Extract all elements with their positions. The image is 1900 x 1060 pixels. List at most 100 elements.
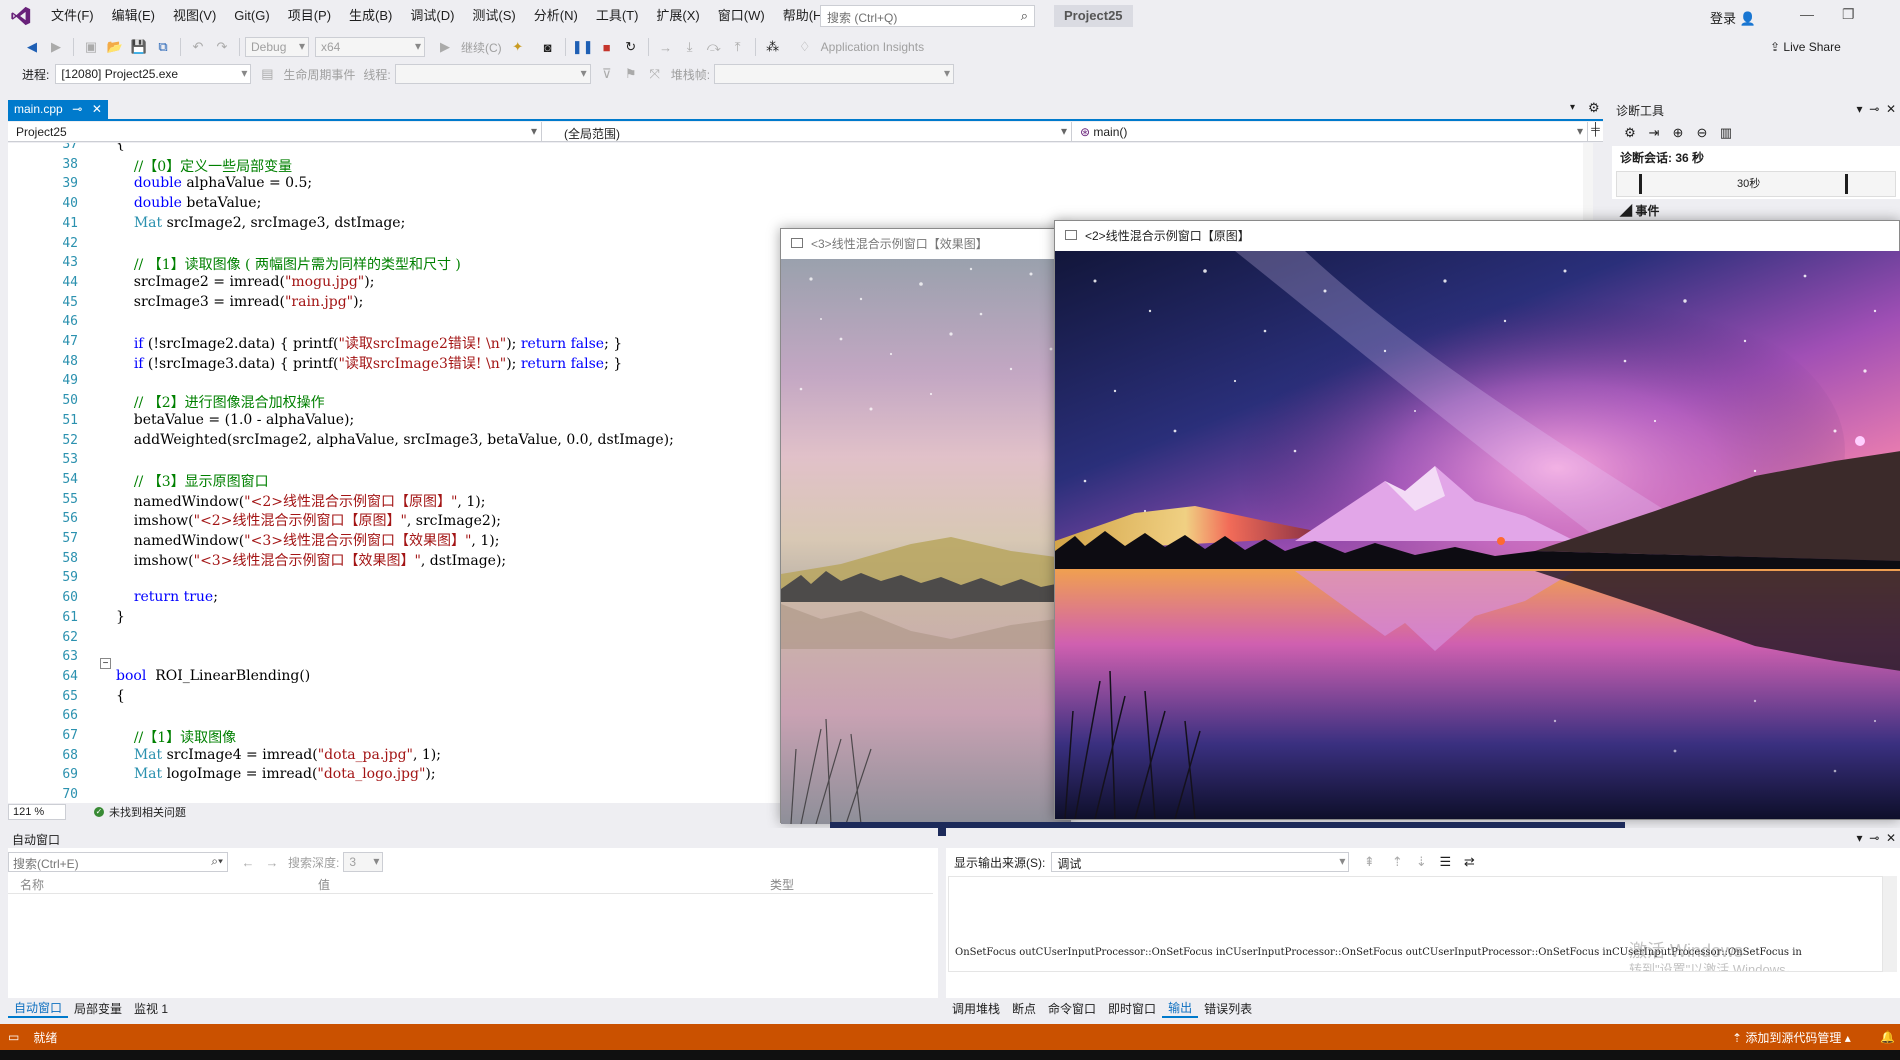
col-name[interactable]: 名称 <box>8 876 318 893</box>
minimize-icon[interactable]: — <box>1800 6 1814 22</box>
thread-combo[interactable] <box>394 64 591 84</box>
menu-item[interactable]: 项目(P) <box>279 0 340 32</box>
find-message-icon[interactable]: ⇞ <box>1359 852 1379 872</box>
output-source-combo[interactable]: 调试 <box>1051 852 1350 872</box>
tab-error-list[interactable]: 错误列表 <box>1198 1000 1258 1017</box>
split-icon[interactable]: ╪ <box>1588 122 1603 141</box>
screenshot-icon[interactable]: ◙ <box>538 37 558 57</box>
original-window-titlebar[interactable]: <2>线性混合示例窗口【原图】 <box>1055 221 1899 249</box>
notifications-icon[interactable]: 🔔 <box>1880 1030 1895 1044</box>
code-line[interactable]: // 【3】显示原图窗口 <box>116 471 269 491</box>
tab-breakpoints[interactable]: 断点 <box>1006 1000 1042 1017</box>
output-text-area[interactable]: OnSetFocus outCUserInputProcessor::OnSet… <box>948 876 1883 972</box>
flag-icon[interactable]: ⚑ <box>621 64 641 84</box>
back-arrow-icon[interactable]: ← <box>238 852 258 872</box>
forward-arrow-icon[interactable]: → <box>262 852 282 872</box>
config-combo[interactable]: Debug <box>245 37 309 57</box>
close-icon[interactable]: ✕ <box>92 102 102 117</box>
settings-gear-icon[interactable]: ⚙ <box>1588 100 1600 116</box>
tab-call-stack[interactable]: 调用堆栈 <box>946 1000 1006 1017</box>
step-over-icon[interactable]: ⤼ <box>704 37 724 57</box>
save-all-icon[interactable]: ⧉ <box>153 37 173 57</box>
pin-icon[interactable]: ⊸ <box>1869 102 1879 116</box>
code-line[interactable]: { <box>116 688 125 704</box>
step-into-icon[interactable]: ⤓ <box>680 37 700 57</box>
platform-combo[interactable]: x64 <box>315 37 425 57</box>
app-insights-label[interactable]: Application Insights <box>821 40 924 54</box>
visual-studio-logo-icon[interactable] <box>10 5 32 27</box>
clear-all-icon[interactable]: ☰ <box>1435 852 1455 872</box>
export-icon[interactable]: ⇥ <box>1644 123 1664 143</box>
save-icon[interactable]: 💾 <box>129 37 149 57</box>
redo-icon[interactable]: ↷ <box>212 37 232 57</box>
output-scrollbar[interactable] <box>1883 876 1897 972</box>
code-line[interactable]: betaValue = (1.0 - alphaValue); <box>116 412 354 428</box>
menu-item[interactable]: 分析(N) <box>525 0 587 32</box>
tab-autos[interactable]: 自动窗口 <box>8 999 69 1018</box>
code-line[interactable]: imshow("<2>线性混合示例窗口【原图】", srcImage2); <box>116 510 501 530</box>
continue-label[interactable]: 继续(C) <box>461 39 502 56</box>
restart-icon[interactable]: ↻ <box>621 37 641 57</box>
gear-icon[interactable]: ⚙ <box>1620 123 1640 143</box>
tab-immediate-window[interactable]: 即时窗口 <box>1102 1000 1162 1017</box>
menu-item[interactable]: Git(G) <box>225 0 278 32</box>
hex-icon[interactable]: ⁂ <box>763 37 783 57</box>
stop-icon[interactable]: ■ <box>597 37 617 57</box>
search-input[interactable]: 搜索 (Ctrl+Q) ⌕ <box>820 5 1035 27</box>
open-folder-icon[interactable]: 📂 <box>105 37 125 57</box>
menu-item[interactable]: 窗口(W) <box>709 0 774 32</box>
code-line[interactable]: if (!srcImage2.data) { printf("读取srcImag… <box>116 333 622 353</box>
pause-icon[interactable]: ❚❚ <box>572 37 594 57</box>
code-line[interactable]: { <box>116 143 125 152</box>
tab-command-window[interactable]: 命令窗口 <box>1042 1000 1102 1017</box>
original-image-window[interactable]: <2>线性混合示例窗口【原图】 <box>1054 220 1900 820</box>
threads-icon[interactable]: ⤧ <box>645 64 665 84</box>
collapse-icon[interactable]: − <box>100 658 111 669</box>
menu-item[interactable]: 测试(S) <box>463 0 524 32</box>
tab-watch1[interactable]: 监视 1 <box>128 1000 174 1017</box>
menu-item[interactable]: 文件(F) <box>42 0 103 32</box>
new-project-icon[interactable]: ▣ <box>81 37 101 57</box>
code-line[interactable]: // 【1】读取图像 ( 两幅图片需为同样的类型和尺寸 ) <box>116 254 461 274</box>
back-icon[interactable]: ◀ <box>22 37 42 57</box>
tab-dropdown-icon[interactable]: ▾ <box>1570 102 1575 113</box>
code-line[interactable]: namedWindow("<3>线性混合示例窗口【效果图】", 1); <box>116 530 500 550</box>
code-line[interactable]: //【1】读取图像 <box>116 727 236 747</box>
code-line[interactable]: if (!srcImage3.data) { printf("读取srcImag… <box>116 353 622 373</box>
scope-combo[interactable]: (全局范围) <box>542 122 1072 142</box>
word-wrap-icon[interactable]: ⇄ <box>1459 852 1479 872</box>
pin-icon[interactable]: ⊸ <box>72 102 82 117</box>
menu-item[interactable]: 扩展(X) <box>647 0 708 32</box>
code-line[interactable]: imshow("<3>线性混合示例窗口【效果图】", dstImage); <box>116 550 506 570</box>
zoom-combo[interactable]: 121 % <box>8 804 66 820</box>
close-icon[interactable]: ✕ <box>1886 831 1896 845</box>
code-line[interactable]: Mat srcImage4 = imread("dota_pa.jpg", 1)… <box>116 747 441 763</box>
prev-message-icon[interactable]: ⇡ <box>1387 852 1407 872</box>
next-message-icon[interactable]: ⇣ <box>1411 852 1431 872</box>
menu-item[interactable]: 视图(V) <box>164 0 225 32</box>
col-type[interactable]: 类型 <box>770 876 930 893</box>
code-line[interactable]: namedWindow("<2>线性混合示例窗口【原图】", 1); <box>116 491 486 511</box>
diag-events-header[interactable]: ◢ 事件 <box>1612 199 1900 222</box>
code-line[interactable]: double alphaValue = 0.5; <box>116 175 312 191</box>
menu-item[interactable]: 工具(T) <box>587 0 648 32</box>
forward-icon[interactable]: ▶ <box>46 37 66 57</box>
app-insights-icon[interactable]: ♢ <box>795 37 815 57</box>
tab-locals[interactable]: 局部变量 <box>68 1000 128 1017</box>
code-line[interactable]: bool ROI_LinearBlending() <box>116 668 310 684</box>
search-icon[interactable]: ⌕▾ <box>211 854 223 869</box>
process-combo[interactable]: [12080] Project25.exe <box>55 64 252 84</box>
menu-item[interactable]: 生成(B) <box>340 0 401 32</box>
pin-icon[interactable]: ⊸ <box>1869 831 1879 845</box>
lifecycle-events-button[interactable]: 生命周期事件 <box>283 66 355 83</box>
dropdown-icon[interactable]: ▾ <box>1857 102 1863 116</box>
undo-icon[interactable]: ↶ <box>188 37 208 57</box>
step-next-icon[interactable]: → <box>656 37 676 57</box>
search-depth-combo[interactable]: 3 <box>343 852 384 872</box>
chart-icon[interactable]: ▥ <box>1716 123 1736 143</box>
diag-timeline[interactable]: 30秒 <box>1616 171 1896 197</box>
effect-window-titlebar[interactable]: <3>线性混合示例窗口【效果图】 <box>781 229 1069 257</box>
login-button[interactable]: 登录 👤 <box>1710 8 1756 27</box>
tab-main-cpp[interactable]: main.cpp ⊸ ✕ <box>8 100 108 119</box>
code-line[interactable]: srcImage3 = imread("rain.jpg"); <box>116 294 364 310</box>
